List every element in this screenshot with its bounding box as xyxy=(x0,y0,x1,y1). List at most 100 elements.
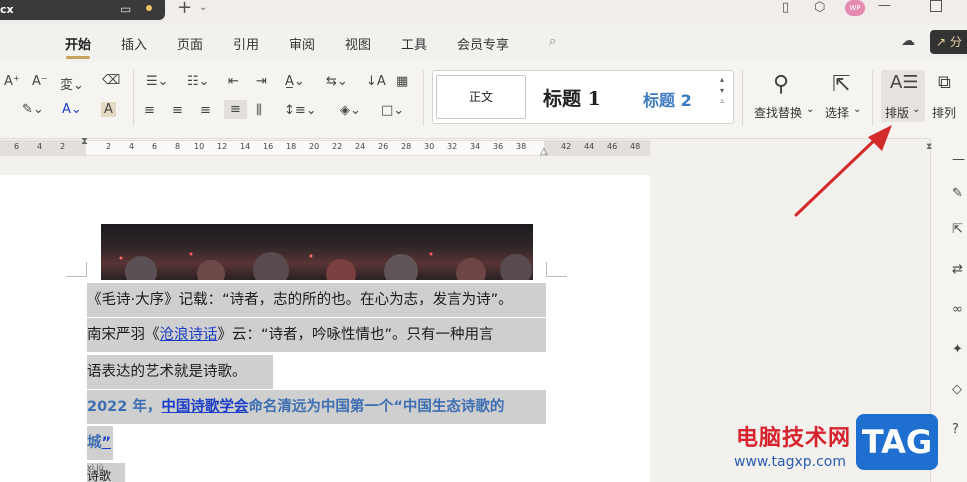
ruler-tick: 12 xyxy=(217,142,228,151)
arrow-head xyxy=(868,125,892,151)
shape-icon[interactable]: ◇ xyxy=(952,382,962,397)
borders-icon[interactable]: □⌄ xyxy=(381,103,404,118)
layout-icon: A☰ xyxy=(890,72,919,93)
find-replace-icon[interactable]: ⚲ xyxy=(773,72,789,97)
paragraph-line[interactable]: 《毛诗·大序》记载：“诗者，志的所的也。在心为志，发言为诗”。 xyxy=(87,283,546,317)
pinyin-icon[interactable]: 変⌄ xyxy=(60,74,84,93)
tab-member[interactable]: 会员专享 xyxy=(457,34,509,53)
collapse-icon[interactable]: ⧗ xyxy=(926,142,932,152)
maximize-icon[interactable] xyxy=(930,0,942,12)
tab-tools[interactable]: 工具 xyxy=(401,34,427,53)
ruler-tick: 34 xyxy=(470,142,481,151)
document-image[interactable] xyxy=(101,224,533,280)
increase-indent-icon[interactable]: ⇥ xyxy=(256,74,267,89)
ruler-tick: 20 xyxy=(309,142,320,151)
night-scene-image xyxy=(119,252,532,280)
ruler-tick: 2 xyxy=(106,142,112,151)
clear-format-icon[interactable]: ⌫ xyxy=(102,73,120,88)
unsaved-dot-icon xyxy=(146,5,152,11)
adjust-icon[interactable]: ⇄ xyxy=(952,262,963,277)
brush-icon[interactable]: ✦ xyxy=(952,342,963,357)
ruler-tick: 22 xyxy=(332,142,343,151)
ruler-tick: 42 xyxy=(561,142,572,151)
tab-insert[interactable]: 插入 xyxy=(121,34,147,53)
document-tab[interactable]: cx ▭ xyxy=(0,0,165,20)
edit-icon[interactable]: ✎ xyxy=(952,186,963,201)
numbered-list-icon[interactable]: ☷⌄ xyxy=(187,74,210,89)
char-shading-icon[interactable]: A xyxy=(101,102,116,117)
chevron-down-icon[interactable]: ⌄ xyxy=(199,2,207,13)
hyperlink[interactable]: 沧浪诗话 xyxy=(160,327,218,343)
pointer-icon[interactable]: ⇱ xyxy=(952,222,963,237)
text-run: 》云：“诗者，吟咏性情也”。只有一种用言 xyxy=(217,327,494,343)
increase-font-icon[interactable]: A⁺ xyxy=(4,74,20,89)
heading-line[interactable]: 城” xyxy=(87,426,113,460)
align-left-icon[interactable]: ≡ xyxy=(144,103,155,118)
table-border-icon[interactable]: ▦ xyxy=(396,74,408,89)
margin-corner-mark xyxy=(66,262,87,277)
shading-icon[interactable]: ◈⌄ xyxy=(340,103,361,118)
text-run: 命名清远为中国第一个“中国生态诗歌的 xyxy=(248,399,505,415)
style-normal[interactable]: 正文 xyxy=(436,75,526,119)
tab-review[interactable]: 审阅 xyxy=(289,34,315,53)
decrease-indent-icon[interactable]: ⇤ xyxy=(228,74,239,89)
new-tab-plus-icon[interactable]: + xyxy=(177,0,192,18)
cloud-icon[interactable]: ☁ xyxy=(901,33,915,49)
search-icon[interactable]: ⌕ xyxy=(549,34,556,49)
tab-page[interactable]: 页面 xyxy=(177,34,203,53)
cursor-select-icon[interactable]: ⇱ xyxy=(832,72,850,97)
link-icon[interactable]: ∞ xyxy=(952,302,963,317)
paragraph-line[interactable]: 语表达的艺术就是诗歌。 xyxy=(87,355,273,389)
ruler-tick: 8 xyxy=(175,142,181,151)
active-tab-indicator xyxy=(66,56,90,59)
chevron-down-icon: ⌄ xyxy=(912,104,921,115)
line-spacing-icon[interactable]: ↕≡⌄ xyxy=(284,103,317,118)
document-tab-label: cx xyxy=(0,3,14,16)
ruler-tick: 26 xyxy=(378,142,389,151)
sort-icon[interactable]: ↓A xyxy=(366,74,386,89)
share-button[interactable]: ↗ 分 xyxy=(930,30,967,54)
align-center-icon[interactable]: ≡ xyxy=(172,103,183,118)
align-right-icon[interactable]: ≡ xyxy=(200,103,211,118)
tab-view[interactable]: 视图 xyxy=(345,34,371,53)
gallery-scroll-icon[interactable]: ▴ ▾ ⩡ xyxy=(720,74,725,107)
ruler-tick: 2 xyxy=(60,142,66,151)
style-heading-1[interactable]: 标题 1 xyxy=(543,84,601,111)
paragraph-line[interactable]: 南宋严羽《沧浪诗话》云：“诗者，吟咏性情也”。只有一种用言 xyxy=(87,318,546,352)
swap-icon[interactable]: ⇆⌄ xyxy=(326,74,348,89)
divider xyxy=(423,70,424,126)
chevron-down-icon[interactable]: ⌄ xyxy=(806,104,814,115)
book-icon[interactable]: ▯ xyxy=(782,0,789,15)
decrease-font-icon[interactable]: A⁻ xyxy=(32,74,48,89)
hyperlink[interactable]: ” xyxy=(102,435,112,451)
ruler-tick: 24 xyxy=(355,142,366,151)
minimize-icon[interactable]: — xyxy=(878,0,891,13)
text-run: 城 xyxy=(87,435,102,451)
tab-references[interactable]: 引用 xyxy=(233,34,259,53)
ruby-text-line[interactable]: xi jù 诗歌 xyxy=(87,463,125,482)
indent-marker-icon[interactable]: ⧗ xyxy=(81,136,88,147)
justify-icon[interactable]: ≡ xyxy=(224,100,247,119)
annotation-arrow xyxy=(794,125,892,217)
ruler-tick: 38 xyxy=(516,142,527,151)
chevron-down-icon[interactable]: ⌄ xyxy=(853,104,861,115)
tab-home[interactable]: 开始 xyxy=(65,34,91,53)
arrange-button[interactable]: 排列 xyxy=(932,104,956,121)
style-heading-2[interactable]: 标题 2 xyxy=(643,87,692,111)
distribute-icon[interactable]: ⫼ xyxy=(256,103,262,118)
hyperlink[interactable]: 中国诗歌学会 xyxy=(161,399,248,415)
arrange-icon[interactable]: ⧉ xyxy=(938,72,951,93)
font-color-icon[interactable]: A⌄ xyxy=(62,102,82,117)
ruler-tick: 44 xyxy=(584,142,595,151)
margin-corner-mark xyxy=(546,262,567,277)
avatar[interactable]: WP xyxy=(845,0,865,16)
highlight-icon[interactable]: ✎⌄ xyxy=(22,102,44,117)
panel-divider-icon[interactable]: — xyxy=(952,152,965,167)
cube-icon[interactable]: ⬡ xyxy=(814,0,825,15)
ruler-tick: 32 xyxy=(447,142,458,151)
bullet-list-icon[interactable]: ☰⌄ xyxy=(146,74,169,89)
heading-line[interactable]: 2022 年，中国诗歌学会命名清远为中国第一个“中国生态诗歌的 xyxy=(87,390,546,424)
ruler-tick: 4 xyxy=(37,142,43,151)
text-direction-icon[interactable]: A̲⌄ xyxy=(285,74,305,89)
screen-icon[interactable]: ▭ xyxy=(120,2,131,16)
